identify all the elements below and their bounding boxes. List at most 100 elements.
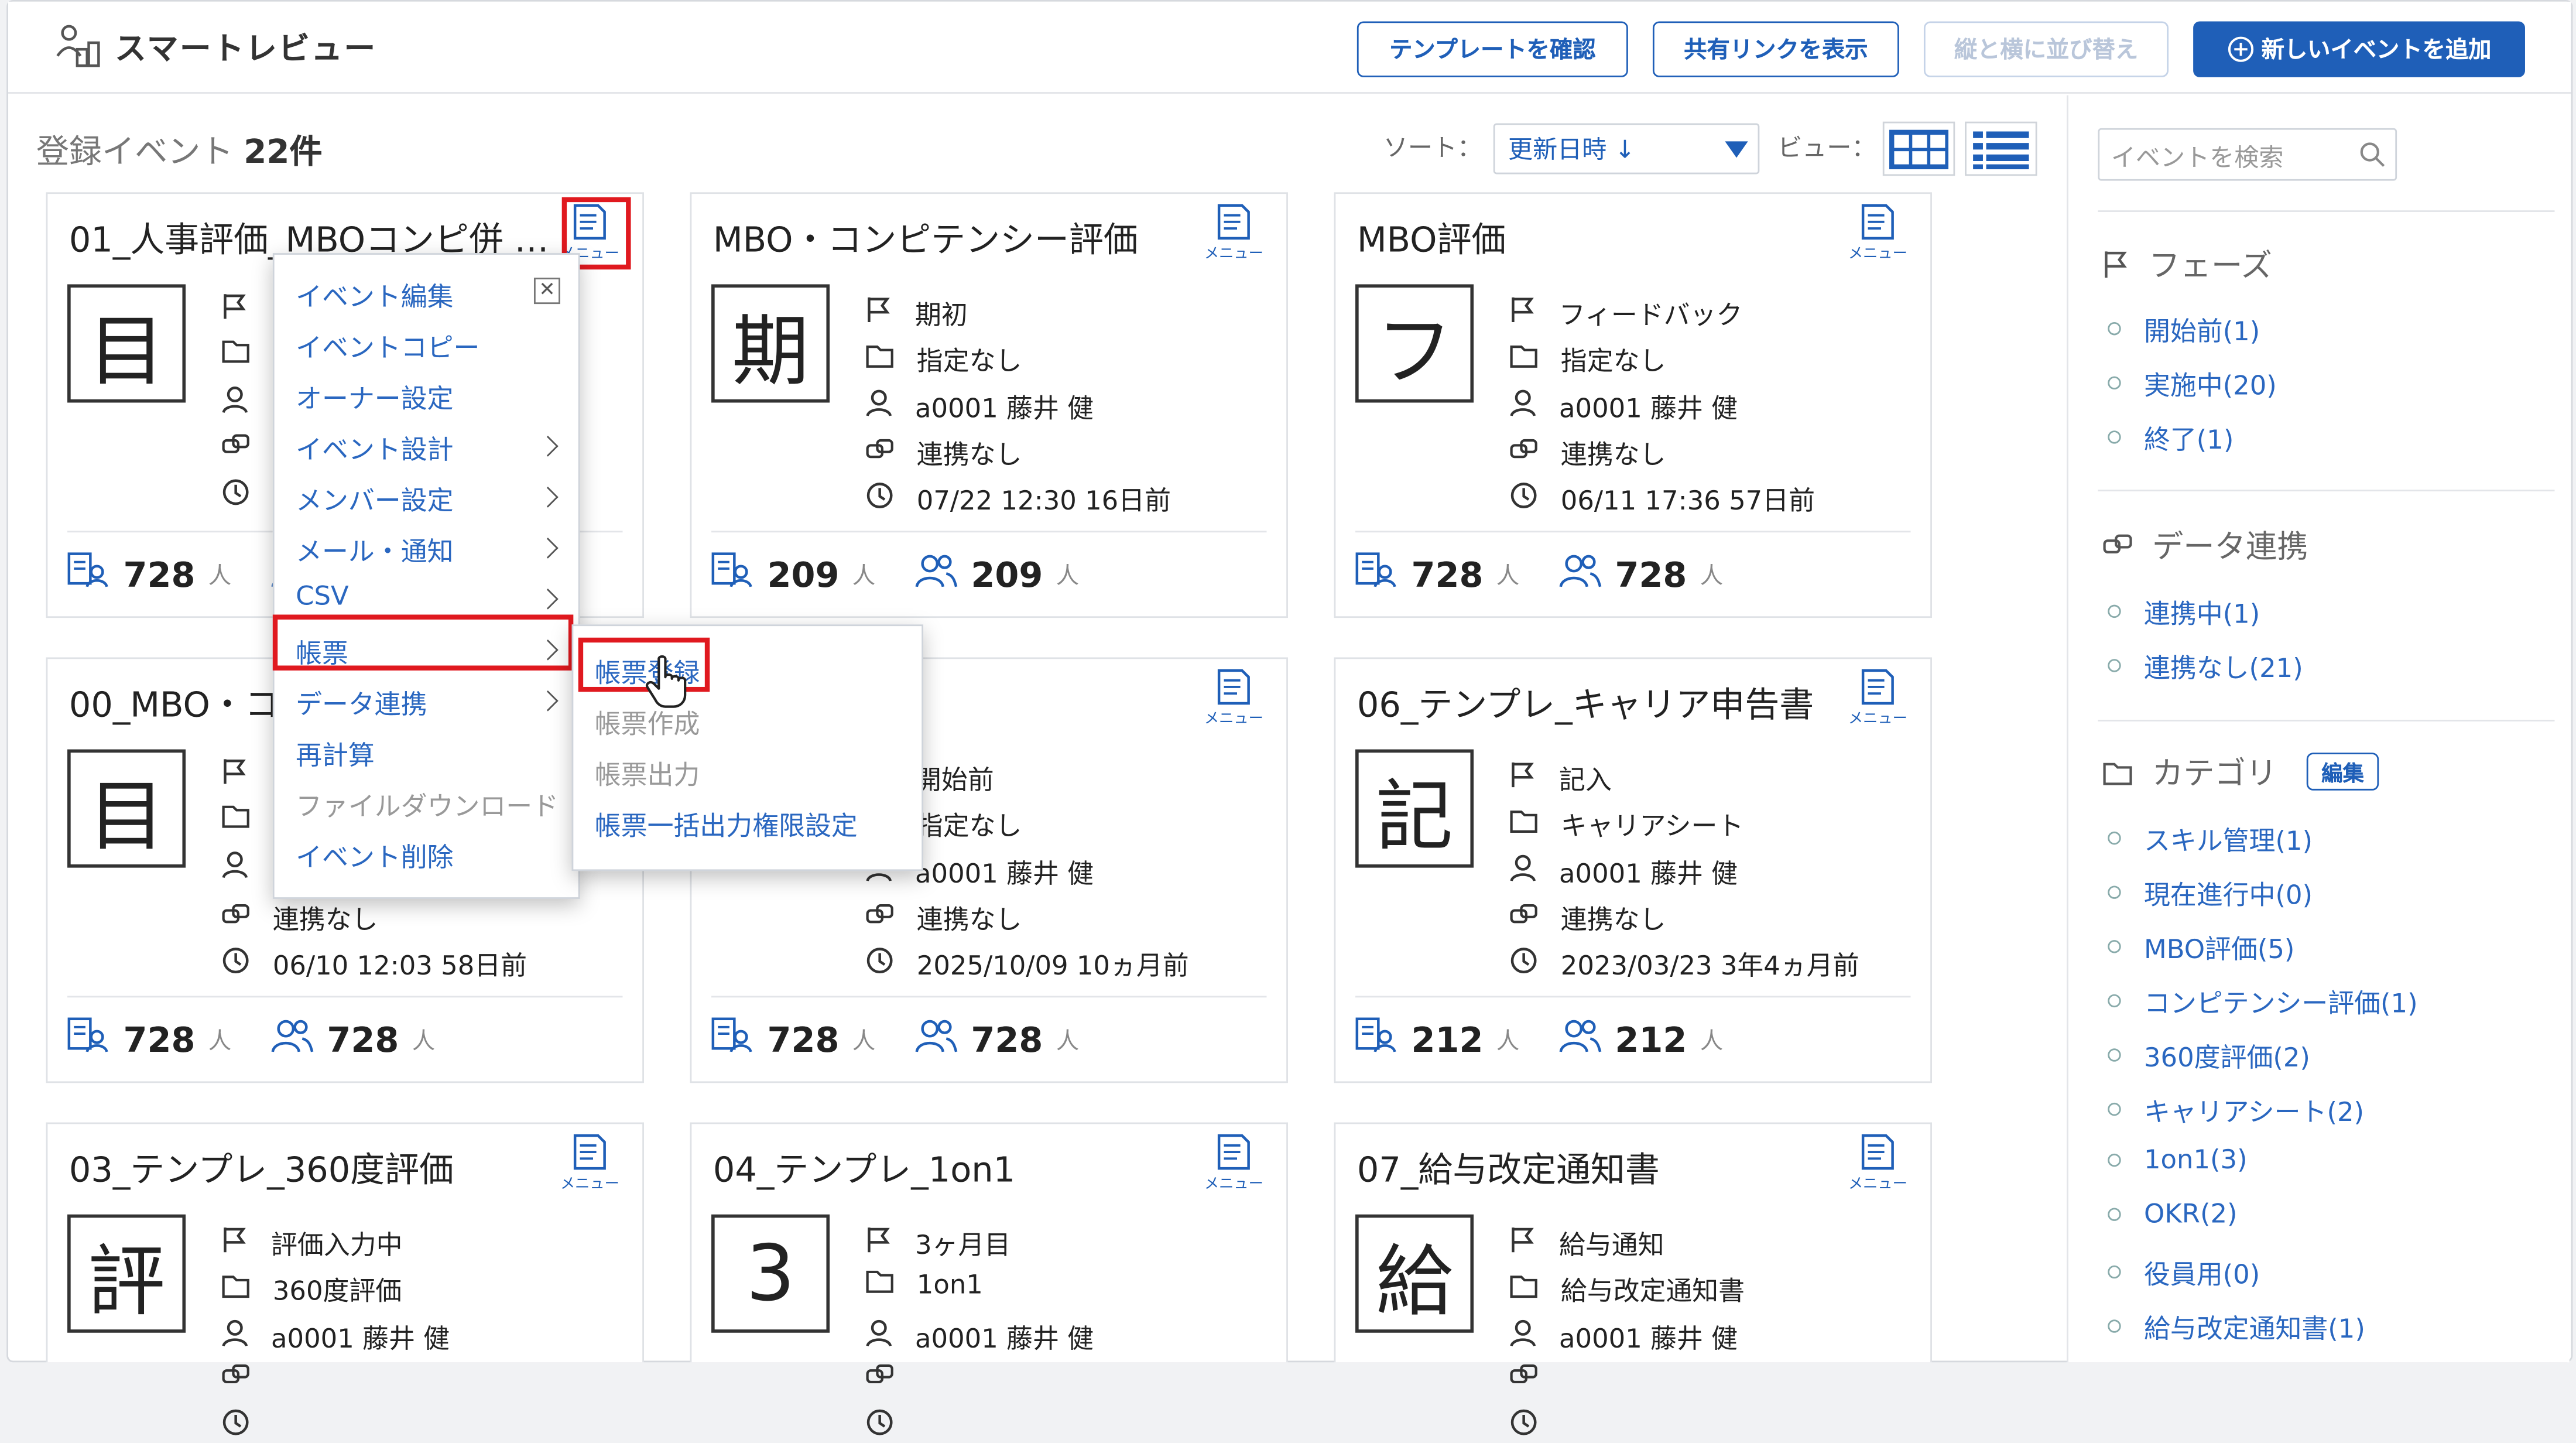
data-link-filter-item[interactable]: 連携中(1) — [2108, 591, 2260, 631]
delete-event-item[interactable]: イベント削除 — [296, 835, 453, 874]
event-card[interactable]: 07_給与改定通知書 メニュー給 給与通知 給与改定通知書 a0001 藤井 健 — [1334, 1122, 1932, 1435]
reorder-button[interactable]: 縦と横に並び替え — [1923, 21, 2169, 77]
category-filter-item[interactable]: スキル管理(1) — [2108, 818, 2313, 857]
report-bulk-permission-item[interactable]: 帳票一括出力権限設定 — [595, 803, 858, 843]
event-owner-row: a0001 藤井 健 — [1510, 1317, 1738, 1356]
event-search-input[interactable]: イベントを検索 — [2098, 128, 2397, 181]
card-menu-button[interactable]: メニュー — [1204, 204, 1263, 269]
clock-icon — [222, 478, 250, 513]
add-event-button[interactable]: 新しいイベントを追加 — [2193, 21, 2525, 77]
event-card[interactable]: 06_テンプレ_キャリア申告書 メニュー記 記入 キャリアシート a0001 藤井 健連… — [1334, 657, 1932, 1083]
event-owner-row: a0001 藤井 健 — [866, 1317, 1094, 1356]
target-count: 728 人 — [67, 552, 231, 597]
view-template-button[interactable]: テンプレートを確認 — [1356, 21, 1628, 77]
event-owner-row — [222, 852, 271, 886]
event-folder: キャリアシート — [1560, 810, 1744, 842]
category-filter-item[interactable]: キャリアシート(2) — [2108, 1089, 2364, 1129]
category-filter-item[interactable]: MBO評価(5) — [2108, 927, 2295, 966]
unit-label: 人 — [208, 1028, 232, 1055]
category-filter-item[interactable]: 1on1(3) — [2108, 1144, 2248, 1175]
event-card[interactable]: MBO評価 メニューフ フィードバック 指定なし a0001 藤井 健連携なし 06/11… — [1334, 192, 1932, 618]
report-output-item[interactable]: 帳票出力 — [595, 753, 700, 792]
edit-event-item[interactable]: イベント編集 — [296, 275, 453, 314]
sort-select[interactable]: 更新日時 ↓ — [1493, 123, 1760, 175]
flag-icon — [1510, 295, 1536, 330]
list-view-icon — [1973, 131, 2029, 169]
event-folder-row: キャリアシート — [1510, 803, 1744, 843]
recalculate-item[interactable]: 再計算 — [296, 733, 375, 772]
app-title: スマートレビュー — [115, 31, 377, 68]
event-link: 連携なし — [1560, 904, 1666, 935]
add-event-label: 新しいイベントを追加 — [2261, 37, 2492, 64]
clock-icon — [222, 1408, 250, 1443]
grid-view-button[interactable] — [1882, 121, 1955, 176]
event-title[interactable]: 06_テンプレ_キャリア申告書 — [1357, 679, 1850, 728]
target-count-value: 209 — [767, 555, 840, 594]
owner-settings-item[interactable]: オーナー設定 — [296, 377, 453, 416]
menu-label: メニュー — [1204, 1177, 1263, 1194]
event-card[interactable]: MBO・コンピテンシー評価 メニュー期 期初 指定なし a0001 藤井 健連携なし 07… — [690, 192, 1288, 618]
search-icon[interactable] — [2359, 141, 2386, 167]
list-view-button[interactable] — [1965, 121, 2037, 176]
event-time: 07/22 12:30 16日前 — [916, 484, 1171, 517]
data-link-filter-item[interactable]: 連携なし(21) — [2108, 646, 2303, 685]
close-icon[interactable]: ✕ — [533, 278, 560, 305]
event-time: 2025/10/09 10ヵ月前 — [916, 949, 1189, 982]
flag-icon — [1510, 760, 1536, 795]
card-menu-button[interactable]: メニュー — [1848, 204, 1907, 269]
event-title[interactable]: MBO・コンピテンシー評価 — [713, 214, 1206, 263]
event-design-item[interactable]: イベント設計 — [296, 428, 453, 467]
card-menu-button[interactable]: メニュー — [560, 1134, 619, 1199]
csv-item[interactable]: CSV — [296, 580, 349, 611]
app-header — [8, 1, 2571, 94]
event-folder: 1on1 — [916, 1268, 983, 1300]
phase-filter-item[interactable]: 終了(1) — [2108, 418, 2234, 457]
unit-label: 人 — [1496, 1028, 1520, 1055]
flag-icon — [866, 295, 892, 330]
file-download-item[interactable]: ファイルダウンロード — [296, 784, 559, 823]
target-count: 728 人 — [1355, 552, 1519, 597]
chevron-right-icon — [537, 435, 559, 457]
category-filter-item[interactable]: 360度評価(2) — [2108, 1035, 2310, 1075]
sort-label: ソート： — [1383, 133, 1482, 163]
member-settings-item[interactable]: メンバー設定 — [296, 478, 453, 518]
event-card[interactable]: 04_テンプレ_1on1 メニュー 3 3ヶ月目 1on1 a0001 藤井 健 — [690, 1122, 1288, 1435]
divider — [2098, 210, 2555, 212]
phase-filter-item[interactable]: 実施中(20) — [2108, 363, 2277, 402]
category-filter-item[interactable]: 給与改定通知書(1) — [2108, 1307, 2365, 1346]
event-folder-row — [222, 338, 273, 370]
event-title[interactable]: 04_テンプレ_1on1 — [713, 1144, 1206, 1193]
card-menu-button[interactable]: メニュー — [1848, 669, 1907, 734]
event-time-row: 06/10 12:03 58日前 — [222, 943, 527, 983]
event-phase: 3ヶ月目 — [914, 1229, 1011, 1261]
mail-notify-item[interactable]: メール・通知 — [296, 529, 453, 569]
member-count: 728 人 — [915, 1017, 1079, 1062]
event-phase: 評価入力中 — [271, 1229, 403, 1261]
category-filter-item[interactable]: コンピテンシー評価(1) — [2108, 981, 2418, 1020]
event-owner: a0001 藤井 健 — [271, 1322, 450, 1355]
event-title[interactable]: MBO評価 — [1357, 214, 1850, 263]
event-initial-badge: フ — [1355, 284, 1474, 403]
event-title[interactable]: 07_給与改定通知書 — [1357, 1144, 1850, 1193]
category-filter-item[interactable]: 現在進行中(0) — [2108, 873, 2313, 912]
card-menu-button[interactable]: メニュー — [1848, 1134, 1907, 1199]
category-edit-button[interactable]: 編集 — [2306, 753, 2379, 791]
category-filter-item[interactable]: 役員用(0) — [2108, 1252, 2260, 1291]
phase-filter-item[interactable]: 開始前(1) — [2108, 309, 2260, 348]
clock-icon — [1510, 481, 1538, 515]
share-link-button[interactable]: 共有リンクを表示 — [1652, 21, 1899, 77]
copy-event-item[interactable]: イベントコピー — [296, 326, 479, 365]
unit-label: 人 — [412, 1028, 436, 1055]
event-title[interactable]: 03_テンプレ_360度評価 — [69, 1144, 562, 1193]
event-phase-row — [222, 758, 271, 792]
card-menu-button[interactable]: メニュー — [1204, 669, 1263, 734]
data-link-item[interactable]: データ連携 — [296, 682, 427, 722]
card-menu-button[interactable]: メニュー — [1204, 1134, 1263, 1199]
member-count: 728 人 — [1559, 552, 1723, 597]
event-folder-row — [222, 803, 273, 835]
event-owner-row: a0001 藤井 健 — [1510, 386, 1738, 425]
event-link: 連携なし — [272, 904, 378, 935]
category-filter-item[interactable]: OKR(2) — [2108, 1198, 2238, 1229]
event-card[interactable]: 03_テンプレ_360度評価 メニュー評 評価入力中 360度評価 a0001 藤井 健 — [46, 1122, 644, 1435]
event-phase: 給与通知 — [1558, 1229, 1664, 1261]
